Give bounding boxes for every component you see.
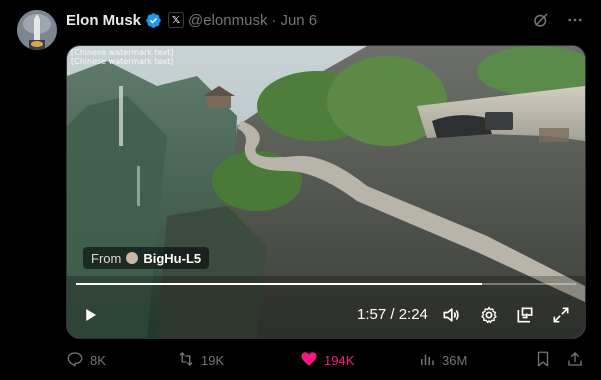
video-progress-fill [76, 283, 483, 285]
settings-icon[interactable] [479, 305, 499, 325]
bookmark-button[interactable] [534, 350, 552, 370]
watermark-line-2: [Chinese watermark text] [71, 57, 174, 66]
video-frame [67, 46, 585, 338]
repost-icon [177, 350, 195, 371]
repost-count: 19K [201, 352, 225, 368]
like-count: 194K [324, 352, 355, 368]
verified-badge-icon [145, 12, 162, 29]
author-name[interactable]: Elon Musk [66, 12, 141, 29]
heart-icon [300, 350, 318, 371]
play-icon[interactable] [81, 306, 99, 324]
repost-button[interactable]: 19K [177, 350, 224, 370]
volume-icon[interactable] [441, 305, 461, 325]
tweet[interactable]: Elon Musk 𝕏 @elonmusk · Jun 6 [Chinese w… [0, 0, 601, 380]
bookmark-icon [534, 350, 552, 371]
video-controls: 1:57 / 2:24 [67, 300, 585, 330]
avatar-image [17, 10, 57, 50]
tweet-actions: 8K 19K 194K 36M [66, 350, 584, 370]
grok-icon[interactable] [531, 10, 551, 30]
picture-in-picture-icon[interactable] [515, 305, 535, 325]
from-author-avatar [126, 252, 139, 264]
x-affiliate-badge-icon: 𝕏 [168, 12, 185, 28]
tweet-top-actions [531, 10, 585, 30]
avatar[interactable] [17, 10, 57, 50]
video-time: 1:57 / 2:24 [357, 306, 428, 323]
watermark-line-1: [Chinese watermark text] [71, 48, 174, 57]
views-button[interactable]: 36M [418, 350, 467, 370]
tweet-date[interactable]: Jun 6 [280, 12, 317, 29]
from-author-name[interactable]: BigHu-L5 [143, 251, 201, 266]
video-player[interactable]: [Chinese watermark text] [Chinese waterm… [66, 45, 586, 339]
share-button[interactable] [566, 350, 584, 370]
video-watermark: [Chinese watermark text] [Chinese waterm… [71, 48, 173, 66]
share-icon [566, 350, 584, 371]
separator-dot: · [271, 11, 277, 29]
more-icon[interactable] [565, 10, 585, 30]
tweet-header: Elon Musk 𝕏 @elonmusk · Jun 6 [66, 10, 317, 30]
like-button[interactable]: 194K [300, 350, 354, 370]
from-attribution[interactable]: From BigHu-L5 [83, 247, 210, 269]
author-handle[interactable]: @elonmusk [188, 12, 267, 29]
fullscreen-icon[interactable] [551, 305, 571, 325]
views-icon [418, 350, 436, 371]
reply-icon [66, 350, 84, 371]
from-label: From [91, 250, 122, 266]
video-progress-bar[interactable] [76, 283, 576, 285]
reply-button[interactable]: 8K [66, 350, 106, 370]
reply-count: 8K [90, 352, 106, 368]
views-count: 36M [442, 352, 468, 368]
